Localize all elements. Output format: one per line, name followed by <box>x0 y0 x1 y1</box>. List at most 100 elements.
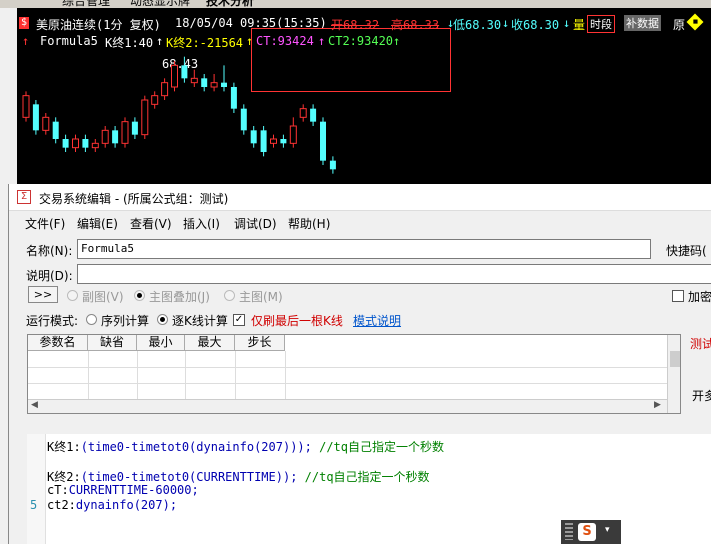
dialog-title: 交易系统编辑 - (所属公式组：测试) <box>39 192 229 206</box>
candle-body-30[interactable] <box>320 121 326 161</box>
candle-body-24[interactable] <box>260 130 267 152</box>
table-row-line <box>28 367 668 368</box>
col-step[interactable]: 步长 <box>235 335 285 351</box>
ime-sogou-icon[interactable]: S <box>578 523 596 541</box>
code-token: (time0-timetot0(CURRENTTIME)); <box>80 470 298 484</box>
candle-body-3[interactable] <box>52 121 59 139</box>
candle-body-27[interactable] <box>289 125 297 144</box>
menu-view[interactable]: 查看(V) <box>130 215 172 232</box>
menu-edit[interactable]: 编辑(E) <box>77 215 118 232</box>
menu-insert[interactable]: 插入(I) <box>183 215 220 232</box>
dialog-titlebar[interactable]: Σ 交易系统编辑 - (所属公式组：测试) <box>9 184 711 211</box>
description-label: 说明(D): <box>26 269 73 283</box>
code-token: K终2: <box>47 470 81 484</box>
candle-body-8[interactable] <box>101 129 109 144</box>
candlestick-plot <box>22 56 336 174</box>
radio-per-bar-calc-label: 逐K线计算 <box>172 314 228 328</box>
candle-body-29[interactable] <box>310 108 317 122</box>
run-mode-label: 运行模式: <box>26 314 79 328</box>
col-default[interactable]: 缺省 <box>88 335 137 351</box>
candle-body-28[interactable] <box>299 108 307 118</box>
radio-main-overlay-label: 主图叠加(J) <box>149 290 210 304</box>
menu-debug[interactable]: 调试(D) <box>234 215 277 232</box>
candle-body-11[interactable] <box>131 121 138 135</box>
menu-help[interactable]: 帮助(H) <box>288 215 330 232</box>
candle-body-12[interactable] <box>141 99 149 136</box>
code-token: dynainfo(207); <box>75 498 178 512</box>
candle-body-31[interactable] <box>329 160 336 170</box>
right-test-label: 测试 <box>690 337 711 351</box>
tab-technical-analysis[interactable]: 技术分析 <box>206 0 254 8</box>
candle-body-23[interactable] <box>250 130 257 144</box>
last-bar-checkbox[interactable]: ✓ <box>233 314 245 326</box>
scroll-left-icon[interactable]: ◀ <box>31 400 38 410</box>
radio-main-chart-label: 主图(M) <box>239 290 283 304</box>
name-input[interactable]: Formula5 <box>77 239 651 259</box>
candle-body-2[interactable] <box>42 116 50 131</box>
table-horizontal-scrollbar[interactable]: ◀ ▶ <box>28 399 667 413</box>
table-vertical-scrollbar[interactable] <box>667 335 680 413</box>
code-token: K终1: <box>47 440 81 454</box>
radio-per-bar-calc[interactable] <box>157 314 168 325</box>
code-token: cT: <box>47 483 69 497</box>
candle-body-26[interactable] <box>280 139 287 144</box>
table-scroll-thumb[interactable] <box>670 351 680 367</box>
price-chart[interactable]: $ 美原油连续(1分 复权) 18/05/04 09:35(15:35) 开68… <box>17 8 711 184</box>
candle-body-6[interactable] <box>82 139 89 148</box>
radio-main-overlay[interactable] <box>134 290 145 301</box>
candle-body-4[interactable] <box>62 139 69 148</box>
candle-body-14[interactable] <box>161 82 169 97</box>
formula-editor-dialog: Σ 交易系统编辑 - (所属公式组：测试) 文件(F) 编辑(E) 查看(V) … <box>8 184 711 544</box>
candle-body-5[interactable] <box>72 138 79 149</box>
code-token: ct2: <box>47 498 76 512</box>
code-line[interactable]: ct2:dynainfo(207); <box>47 498 177 512</box>
candle-body-9[interactable] <box>112 130 119 144</box>
code-token: //tq自己指定一个秒数 <box>311 440 444 454</box>
shortcut-label: 快捷码( <box>666 244 707 258</box>
candle-body-21[interactable] <box>230 87 237 109</box>
candle-body-1[interactable] <box>32 104 39 131</box>
candle-body-10[interactable] <box>121 121 129 144</box>
candle-body-15[interactable] <box>171 64 178 88</box>
code-token: (time0-timetot0(dynainfo(207))); <box>80 440 312 454</box>
col-min[interactable]: 最小 <box>137 335 185 351</box>
radio-sequence-calc-label: 序列计算 <box>101 314 150 328</box>
last-bar-label: 仅刷最后一根K线 <box>251 314 343 328</box>
candle-body-17[interactable] <box>190 77 198 84</box>
code-line[interactable]: cT:CURRENTTIME-60000; <box>47 483 199 497</box>
candle-body-0[interactable] <box>22 95 30 118</box>
radio-main-chart[interactable] <box>224 290 235 301</box>
candle-body-18[interactable] <box>201 78 208 87</box>
encrypt-label: 加密 <box>688 290 711 304</box>
code-token: CURRENTTIME-60000; <box>68 483 199 497</box>
menu-bar: 文件(F) 编辑(E) 查看(V) 插入(I) 调试(D) 帮助(H) <box>9 211 711 233</box>
scroll-right-icon[interactable]: ▶ <box>654 400 661 410</box>
candle-body-19[interactable] <box>210 82 218 88</box>
expand-button[interactable]: >> <box>28 286 58 303</box>
radio-subchart[interactable] <box>67 290 78 301</box>
candle-body-7[interactable] <box>91 142 99 149</box>
table-row-line-2 <box>28 383 668 384</box>
ime-grip-icon <box>565 523 573 540</box>
tab-dynamic-board[interactable]: 动态显示牌 <box>130 0 190 8</box>
code-line[interactable]: K终1:(time0-timetot0(dynainfo(207))); //t… <box>47 438 444 455</box>
mode-help-link[interactable]: 模式说明 <box>353 312 401 329</box>
ime-toolbar[interactable]: S ▾ <box>561 520 621 544</box>
candle-body-16[interactable] <box>181 65 188 79</box>
parameters-table[interactable]: 参数名 缺省 最小 最大 步长 ◀ ▶ <box>27 334 681 414</box>
col-param-name[interactable]: 参数名 <box>28 335 88 351</box>
tab-comprehensive[interactable]: 综合管理 <box>62 0 110 8</box>
radio-sequence-calc[interactable] <box>86 314 97 325</box>
name-label: 名称(N): <box>26 244 73 258</box>
candle-body-20[interactable] <box>221 82 227 87</box>
code-token: //tq自己指定一个秒数 <box>297 470 430 484</box>
candle-body-22[interactable] <box>240 108 247 131</box>
menu-file[interactable]: 文件(F) <box>25 215 65 232</box>
tab-bar: 综合管理 动态显示牌 技术分析 <box>0 0 711 8</box>
ime-dropdown-icon[interactable]: ▾ <box>605 525 610 535</box>
candle-body-13[interactable] <box>151 95 159 105</box>
candle-body-25[interactable] <box>270 138 277 144</box>
col-max[interactable]: 最大 <box>185 335 235 351</box>
encrypt-checkbox[interactable] <box>672 290 684 302</box>
description-input[interactable] <box>77 264 711 284</box>
